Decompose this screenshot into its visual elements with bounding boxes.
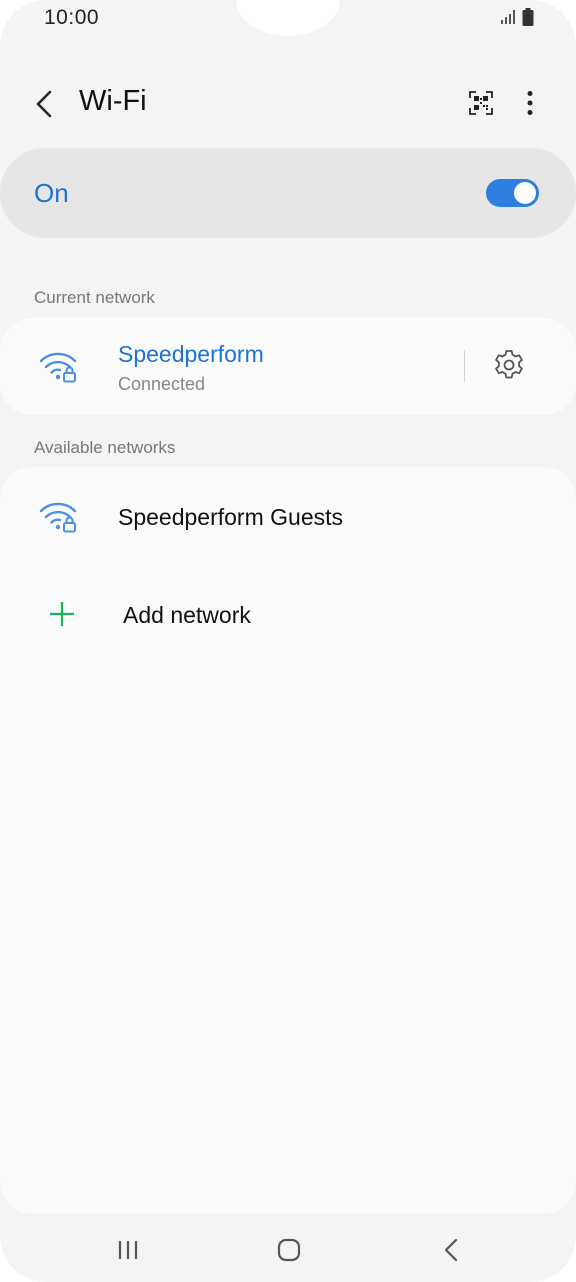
add-network-button[interactable]: Add network bbox=[0, 567, 576, 665]
more-options-button[interactable] bbox=[514, 86, 546, 120]
plus-icon bbox=[50, 602, 74, 626]
phone-screen: 10:00 Wi-Fi On Current network Speedperf… bbox=[0, 0, 576, 1282]
status-icons bbox=[500, 8, 534, 31]
nav-back-button[interactable] bbox=[431, 1232, 471, 1268]
home-icon bbox=[277, 1238, 301, 1262]
divider bbox=[464, 350, 465, 382]
back-button[interactable] bbox=[24, 82, 64, 126]
home-button[interactable] bbox=[269, 1232, 309, 1268]
qr-code-button[interactable] bbox=[464, 86, 498, 120]
available-network-name: Speedperform Guests bbox=[118, 504, 344, 530]
page-title: Wi-Fi bbox=[79, 85, 147, 117]
current-network-name: Speedperform bbox=[118, 341, 264, 367]
gear-icon bbox=[495, 350, 523, 379]
recent-apps-button[interactable] bbox=[108, 1232, 148, 1268]
status-time: 10:00 bbox=[44, 6, 100, 29]
wifi-lock-icon bbox=[39, 352, 77, 383]
back-arrow-icon bbox=[36, 90, 52, 118]
switch-knob bbox=[514, 182, 536, 204]
wifi-toggle-label: On bbox=[34, 178, 69, 208]
navigation-bar bbox=[0, 1218, 576, 1282]
app-bar: Wi-Fi bbox=[0, 72, 576, 136]
available-networks-card: Speedperform Guests Add network bbox=[0, 467, 576, 1214]
add-network-label: Add network bbox=[123, 602, 251, 628]
back-icon bbox=[444, 1238, 458, 1262]
more-options-icon bbox=[527, 91, 533, 115]
battery-icon bbox=[522, 8, 534, 31]
status-bar: 10:00 bbox=[0, 0, 576, 40]
recent-apps-icon bbox=[118, 1241, 138, 1259]
available-networks-header: Available networks bbox=[34, 438, 176, 457]
network-settings-button[interactable] bbox=[490, 346, 528, 384]
qr-code-scan-icon bbox=[469, 91, 493, 115]
wifi-toggle-card[interactable]: On bbox=[0, 148, 576, 238]
wifi-lock-icon bbox=[39, 502, 77, 533]
signal-bars-icon bbox=[500, 9, 516, 30]
current-network-row[interactable]: Speedperform Connected bbox=[0, 318, 460, 415]
wifi-switch[interactable] bbox=[486, 179, 539, 207]
current-network-status: Connected bbox=[118, 374, 206, 394]
current-network-header: Current network bbox=[34, 288, 155, 307]
available-network-item[interactable]: Speedperform Guests bbox=[0, 467, 576, 567]
